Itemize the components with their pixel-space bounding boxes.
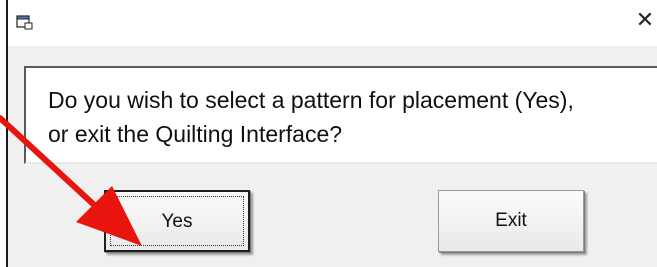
quilting-dialog: ✕ Do you wish to select a pattern for pl… [6,0,657,267]
yes-button-label: Yes [161,211,193,232]
message-line-1: Do you wish to select a pattern for plac… [48,87,574,113]
exit-button[interactable]: Exit [438,190,584,252]
yes-button[interactable]: Yes [104,190,250,252]
screenshot-page: ✕ Do you wish to select a pattern for pl… [0,0,657,267]
title-bar: ✕ [8,0,657,46]
message-box: Do you wish to select a pattern for plac… [24,66,657,164]
app-window-icon [16,14,34,30]
exit-button-label: Exit [495,210,527,231]
close-icon[interactable]: ✕ [633,6,657,36]
message-line-2: or exit the Quilting Interface? [48,121,343,147]
